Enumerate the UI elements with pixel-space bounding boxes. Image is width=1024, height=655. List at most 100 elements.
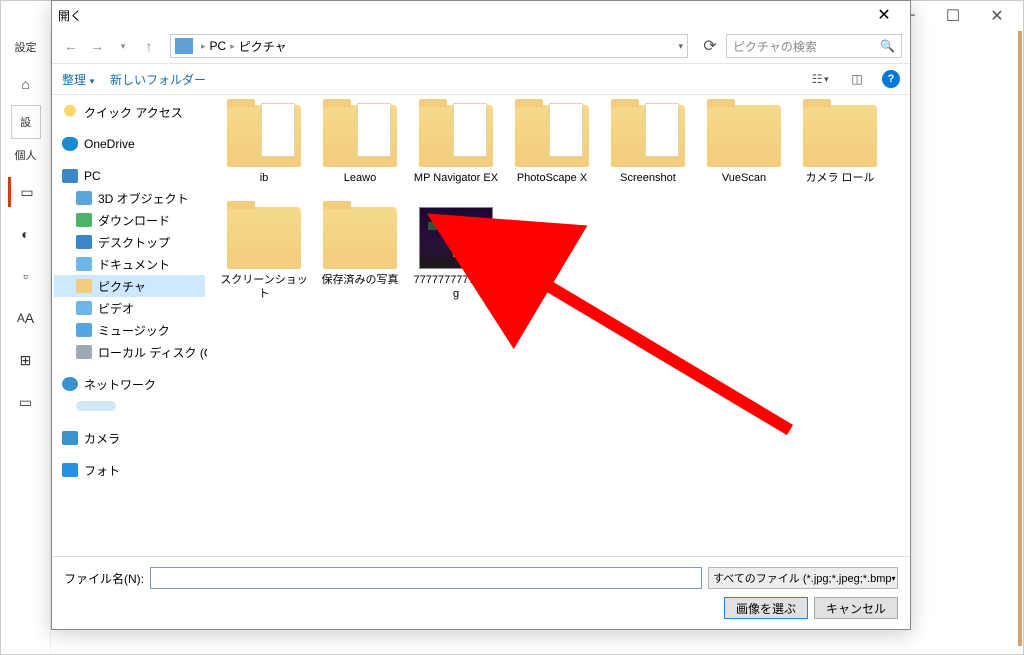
item-label: スクリーンショット — [217, 273, 311, 302]
nav-recent-dropdown[interactable]: ▾ — [112, 35, 134, 57]
new-folder-button[interactable]: 新しいフォルダー — [110, 71, 206, 88]
dialog-titlebar: 開く ✕ — [52, 1, 910, 29]
search-placeholder: ピクチャの検索 — [733, 38, 817, 55]
tree-onedrive[interactable]: OneDrive — [54, 133, 205, 155]
breadcrumb-bar[interactable]: ▸ PC ▸ ピクチャ ▾ — [170, 34, 688, 58]
item-label: Screenshot — [618, 171, 678, 185]
item-label: ib — [258, 171, 271, 185]
file-grid: ib Leawo MP Navigator EX PhotoScape X Screen… — [207, 95, 910, 556]
folder-icon — [611, 105, 685, 167]
folder-item[interactable]: Screenshot — [601, 103, 695, 203]
help-button[interactable]: ? — [882, 70, 900, 88]
camera-icon — [62, 431, 78, 445]
breadcrumb-pc[interactable]: PC — [210, 39, 227, 53]
breadcrumb-sep-icon: ▸ — [230, 41, 235, 52]
tree-network-item[interactable] — [54, 395, 205, 417]
tree-pc[interactable]: PC — [54, 165, 205, 187]
tree-camera[interactable]: カメラ — [54, 427, 205, 449]
tree-photos[interactable]: フォト — [54, 459, 205, 481]
cancel-button[interactable]: キャンセル — [814, 597, 898, 619]
tree-local-disk[interactable]: ローカル ディスク (C:) — [54, 341, 205, 363]
tree-network[interactable]: ネットワーク — [54, 373, 205, 395]
parent-nav-lock-icon[interactable]: ▫ — [8, 261, 44, 291]
folder-item[interactable]: 保存済みの写真 — [313, 205, 407, 305]
pc-icon — [62, 169, 78, 183]
folder-icon — [227, 207, 301, 269]
parent-nav-taskbar-icon[interactable]: ▭ — [8, 387, 44, 417]
parent-personal-label: 個人 — [11, 139, 41, 171]
tree-music[interactable]: ミュージック — [54, 319, 205, 341]
folder-icon — [323, 105, 397, 167]
parent-right-edge — [1018, 31, 1022, 646]
folder-item[interactable]: カメラ ロール — [793, 103, 887, 203]
folder-icon — [227, 105, 301, 167]
parent-nav-image-icon[interactable]: ▭ — [8, 177, 44, 207]
tree-pictures[interactable]: ピクチャ — [54, 275, 205, 297]
item-label: 777777777777.jpg — [409, 273, 503, 302]
nav-back-button[interactable]: ← — [60, 35, 82, 57]
parent-nav-font-icon[interactable]: AA — [8, 303, 44, 333]
item-label: MP Navigator EX — [412, 171, 500, 185]
parent-set-button[interactable]: 設 — [11, 105, 41, 139]
dialog-body: クイック アクセス OneDrive PC 3D オブジェクト ダウンロード デ… — [52, 95, 910, 556]
tree-quick-access[interactable]: クイック アクセス — [54, 101, 205, 123]
folder-item[interactable]: スクリーンショット — [217, 205, 311, 305]
folder-item[interactable]: MP Navigator EX — [409, 103, 503, 203]
file-filter-dropdown[interactable]: すべてのファイル (*.jpg;*.jpeg;*.bmp▾ — [708, 567, 898, 589]
download-icon — [76, 213, 92, 227]
photo-icon — [62, 463, 78, 477]
video-icon — [76, 301, 92, 315]
parent-sidebar: 設定 ⌂ 設 個人 ▭ ◐ ▫ AA ⊞ ▭ — [1, 31, 51, 651]
star-icon — [62, 105, 78, 119]
document-icon — [76, 257, 92, 271]
folder-item[interactable]: ib — [217, 103, 311, 203]
cube-icon — [76, 191, 92, 205]
network-placeholder-icon — [76, 401, 116, 411]
tree-documents[interactable]: ドキュメント — [54, 253, 205, 275]
filename-label: ファイル名(N): — [64, 570, 144, 587]
disk-icon — [76, 345, 92, 359]
nav-up-button[interactable]: ↑ — [138, 35, 160, 57]
folder-icon — [515, 105, 589, 167]
desktop-icon — [76, 235, 92, 249]
open-button[interactable]: 画像を選ぶ — [724, 597, 808, 619]
tree-3d-objects[interactable]: 3D オブジェクト — [54, 187, 205, 209]
breadcrumb-pictures[interactable]: ピクチャ — [239, 38, 287, 55]
breadcrumb-pc-icon — [175, 38, 193, 54]
preview-pane-button[interactable]: ◫ — [846, 69, 868, 89]
item-label: VueScan — [720, 171, 768, 185]
parent-home-icon[interactable]: ⌂ — [8, 69, 44, 99]
dialog-title: 開く — [58, 7, 864, 24]
nav-tree: クイック アクセス OneDrive PC 3D オブジェクト ダウンロード デ… — [52, 95, 207, 556]
tree-videos[interactable]: ビデオ — [54, 297, 205, 319]
folder-icon — [76, 279, 92, 293]
breadcrumb-sep-icon: ▸ — [201, 41, 206, 52]
image-thumbnail — [419, 207, 493, 269]
item-label: Leawo — [342, 171, 378, 185]
file-item[interactable]: 777777777777.jpg — [409, 205, 503, 305]
tree-downloads[interactable]: ダウンロード — [54, 209, 205, 231]
nav-forward-button[interactable]: → — [86, 35, 108, 57]
cloud-icon — [62, 137, 78, 151]
file-open-dialog: 開く ✕ ← → ▾ ↑ ▸ PC ▸ ピクチャ ▾ ⟳ ピクチャの検索 🔍 整… — [51, 0, 911, 630]
dialog-close-button[interactable]: ✕ — [864, 5, 904, 25]
parent-nav-palette-icon[interactable]: ◐ — [8, 219, 44, 249]
tree-desktop[interactable]: デスクトップ — [54, 231, 205, 253]
organize-menu[interactable]: 整理▼ — [62, 71, 96, 88]
search-icon: 🔍 — [880, 39, 895, 53]
breadcrumb-dropdown-icon[interactable]: ▾ — [678, 41, 683, 52]
refresh-button[interactable]: ⟳ — [698, 34, 722, 58]
folder-item[interactable]: VueScan — [697, 103, 791, 203]
folder-item[interactable]: Leawo — [313, 103, 407, 203]
filename-input[interactable] — [150, 567, 702, 589]
parent-settings-label: 設定 — [11, 31, 41, 63]
music-icon — [76, 323, 92, 337]
folder-icon — [803, 105, 877, 167]
folder-icon — [323, 207, 397, 269]
parent-maximize-button[interactable]: ☐ — [931, 2, 975, 30]
folder-item[interactable]: PhotoScape X — [505, 103, 599, 203]
parent-close-button[interactable]: ✕ — [975, 2, 1019, 30]
parent-nav-start-icon[interactable]: ⊞ — [8, 345, 44, 375]
view-mode-button[interactable]: ☷▼ — [810, 69, 832, 89]
search-input[interactable]: ピクチャの検索 🔍 — [726, 34, 902, 58]
